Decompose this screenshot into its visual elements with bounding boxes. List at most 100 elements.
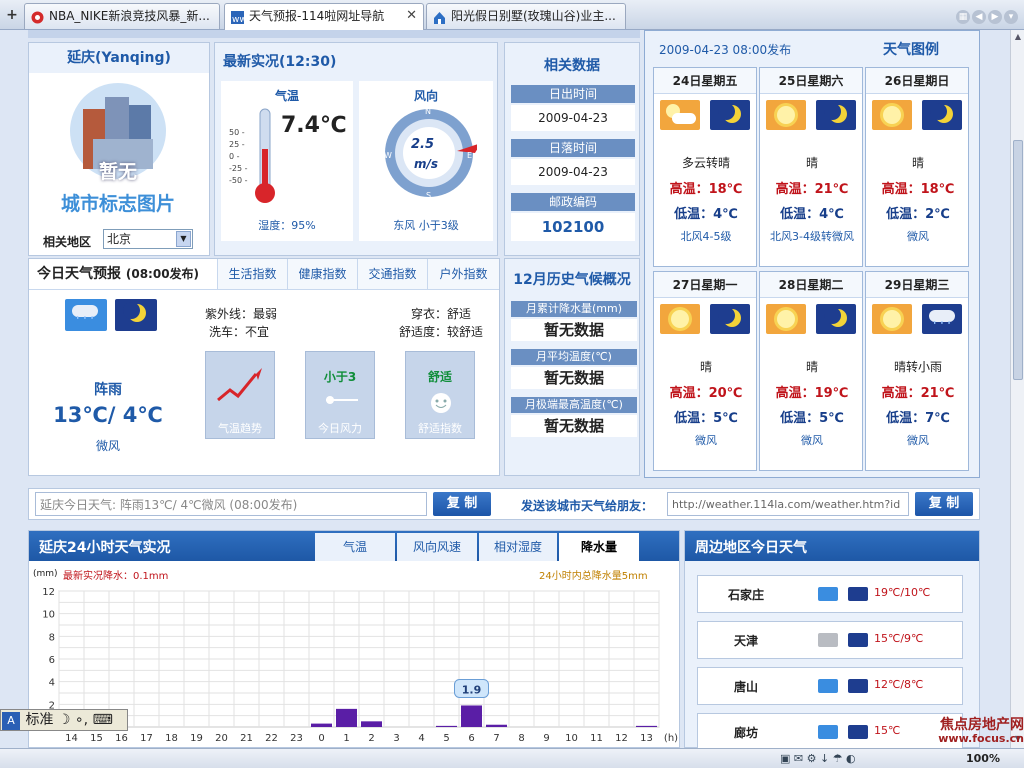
x-tick-label: 9 <box>543 733 549 744</box>
ime-keyboard-icon[interactable]: ⌨ <box>93 712 113 728</box>
nearby-city-row[interactable]: 唐山 12℃/8℃ <box>697 667 963 705</box>
night-rain-icon <box>848 679 868 693</box>
x-tick-label: 3 <box>393 733 399 744</box>
current-title: 最新实况(12:30) <box>223 54 337 70</box>
x-tick-label: 0 <box>318 733 324 744</box>
ime-punct-icon[interactable]: ∘, <box>75 712 88 728</box>
ime-moon-icon[interactable]: ☽ <box>58 712 71 728</box>
browser-tab[interactable]: NBA_NIKE新浪竞技风暴_新... <box>24 3 220 29</box>
wind-power-tile[interactable]: 小于3 今日风力 <box>305 351 375 439</box>
wind-box: 风向 N E S W 2.5 m/s 东风 小于3级 <box>359 81 493 241</box>
region-select[interactable]: 北京 ▼ <box>103 229 193 249</box>
related-panel: 相关数据 日出时间 2009-04-23 05:24:55 日落时间 2009-… <box>504 42 640 256</box>
nearby-city-row[interactable]: 天津 15℃/9℃ <box>697 621 963 659</box>
tab-humidity[interactable]: 相对湿度 <box>479 533 557 561</box>
x-tick-label: 12 <box>615 733 628 744</box>
ime-toolbar[interactable]: A 标准 ☽ ∘, ⌨ <box>0 709 128 731</box>
x-tick-label: 8 <box>518 733 524 744</box>
y-tick-label: 8 <box>49 632 55 643</box>
vertical-scrollbar[interactable]: ▲ ▼ <box>1010 30 1024 748</box>
x-tick-label: 11 <box>590 733 603 744</box>
sunrise-label: 日出时间 <box>511 85 635 103</box>
y-tick-label: 6 <box>49 655 55 666</box>
forecast-panel: 2009-04-23 08:00发布 天气图例 24日星期五 多云转晴 高温：1… <box>644 30 980 478</box>
related-title: 相关数据 <box>544 58 600 74</box>
tab-grid-icon[interactable]: ▦ <box>956 10 970 24</box>
x-tick-label: 6 <box>468 733 474 744</box>
tab-menu-icon[interactable]: ▾ <box>1004 10 1018 24</box>
share-text-input[interactable] <box>35 492 427 516</box>
value-callout-label: 1.9 <box>462 683 482 696</box>
ime-logo-icon[interactable]: A <box>2 712 20 730</box>
x-tick-label: 10 <box>565 733 578 744</box>
car-wash-index: 洗车：不宜 <box>209 325 270 339</box>
tab-temperature[interactable]: 气温 <box>315 533 395 561</box>
sunrise-value: 2009-04-23 05:24:55 <box>511 105 635 151</box>
night-rain-icon <box>848 633 868 647</box>
tab-health-index[interactable]: 健康指数 <box>287 259 357 289</box>
history-value: 暂无数据 <box>511 415 637 437</box>
temp-trend-tile[interactable]: 气温趋势 <box>205 351 275 439</box>
today-weather: 阵雨 <box>94 382 122 398</box>
new-tab-button[interactable]: + <box>3 6 21 24</box>
ime-mode[interactable]: 标准 <box>25 712 53 728</box>
scroll-thumb[interactable] <box>1013 140 1023 380</box>
uv-index: 紫外线：最弱 <box>205 307 278 321</box>
browser-tab-active[interactable]: ww 天气预报-114啦网址导航 ✕ <box>224 3 424 30</box>
tab-outdoor-index[interactable]: 户外指数 <box>427 259 499 289</box>
nearby-city-row[interactable]: 石家庄 19℃/10℃ <box>697 575 963 613</box>
history-label: 月平均温度(℃) <box>511 349 637 365</box>
house-favicon-icon <box>432 9 447 24</box>
site-watermark: 焦点房地产网 www.focus.cn <box>938 717 1024 745</box>
night-rain-icon <box>922 304 962 334</box>
moon-icon <box>710 100 750 130</box>
tab-life-index[interactable]: 生活指数 <box>217 259 287 289</box>
forecast-day-head: 26日星期日 <box>866 68 968 94</box>
logo-text-1: 暂无 <box>98 161 137 183</box>
x-tick-label: 15 <box>90 733 103 744</box>
nearby-title: 周边地区今日天气 <box>695 540 807 556</box>
trend-arrow-icon <box>217 368 262 402</box>
tab-forward-icon[interactable]: ▶ <box>988 10 1002 24</box>
wind-unit: m/s <box>414 157 439 171</box>
share-url-input[interactable] <box>667 492 909 516</box>
dress-index: 穿衣：舒适 <box>411 307 472 321</box>
day-rain-icon <box>818 725 838 739</box>
x-tick-label: 22 <box>265 733 278 744</box>
history-panel: 12月历史气候概况 月累计降水量(mm) 暂无数据 月平均温度(℃) 暂无数据 … <box>504 258 640 476</box>
x-tick-label: 17 <box>140 733 153 744</box>
today-title: 今日天气预报 (08:00发布) <box>37 266 200 282</box>
x-tick-label: 16 <box>115 733 128 744</box>
tab-traffic-index[interactable]: 交通指数 <box>357 259 427 289</box>
sina-favicon-icon <box>30 9 45 24</box>
moon-icon <box>816 100 856 130</box>
browser-tab[interactable]: 阳光假日别墅(玫瑰山谷)业主... <box>426 3 626 29</box>
copy-url-button[interactable]: 复 制 <box>915 492 973 516</box>
partly-cloudy-icon <box>660 100 700 130</box>
comfort-tile[interactable]: 舒适 舒适指数 <box>405 351 475 439</box>
forecast-day-card: 29日星期三 晴转小雨 高温：21℃ 低温：7℃ 微风 <box>865 271 969 471</box>
tab-precipitation[interactable]: 降水量 <box>559 533 639 561</box>
x-tick-label: 20 <box>215 733 228 744</box>
tab-back-icon[interactable]: ◀ <box>972 10 986 24</box>
hourly-title: 延庆24小时天气实况 <box>39 540 171 556</box>
copy-button[interactable]: 复 制 <box>433 492 491 516</box>
thermometer-icon <box>255 108 275 203</box>
close-tab-icon[interactable]: ✕ <box>406 4 417 28</box>
share-bar: 复 制 发送该城市天气给朋友： 复 制 <box>28 488 980 520</box>
nearby-panel: 周边地区今日天气 石家庄 19℃/10℃ 天津 15℃/9℃ 唐山 12℃/8℃… <box>684 530 980 748</box>
x-tick-label: 21 <box>240 733 253 744</box>
today-panel: 今日天气预报 (08:00发布) 生活指数 健康指数 交通指数 户外指数 紫外线… <box>28 258 500 476</box>
sunset-value: 2009-04-23 19:02:32 <box>511 159 635 205</box>
precip-bar <box>361 721 382 727</box>
scroll-up-icon[interactable]: ▲ <box>1012 32 1024 44</box>
precip-bar <box>461 705 482 727</box>
postcode-label: 邮政编码 <box>511 193 635 211</box>
legend-link[interactable]: 天气图例 <box>883 39 939 59</box>
temperature-box: 气温 50 -25 -0 - -25 - -50 - 7.4℃ 湿度：95% <box>221 81 353 241</box>
tab-wind[interactable]: 风向风速 <box>397 533 477 561</box>
region-label: 相关地区 <box>43 235 92 249</box>
chevron-down-icon[interactable]: ▼ <box>176 231 191 247</box>
zoom-level[interactable]: 100% <box>966 752 1000 765</box>
forecast-day-head: 28日星期二 <box>760 272 862 298</box>
